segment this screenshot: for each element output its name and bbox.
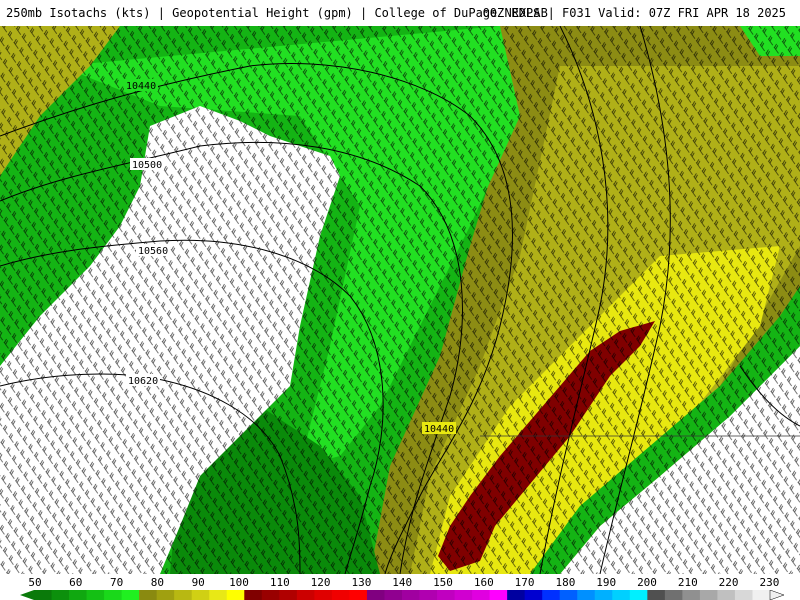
colorbar-swatch [191,590,210,600]
colorbar-tick-label: 170 [514,576,535,589]
colorbar-swatch [419,590,438,600]
contour-label: 10620 [128,376,158,387]
colorbar-swatch [279,590,298,600]
colorbar-tick-label: 150 [433,576,453,589]
colorbar-tick-label: 100 [229,576,249,589]
colorbar-swatch [577,590,596,600]
colorbar-swatch [349,590,368,600]
isotach-map: 10440 10500 10560 10620 10440 [0,26,800,574]
colorbar-swatch [437,590,456,600]
colorbar-swatch [69,590,88,600]
colorbar-tick-label: 140 [392,576,413,589]
colorbar-swatch [682,590,701,600]
colorbar-tick-label: 190 [596,576,617,589]
colorbar-swatch [752,590,771,600]
colorbar-swatch [717,590,736,600]
map-header: 250mb Isotachs (kts) | Geopotential Heig… [0,0,800,26]
colorbar-tick-label: 80 [150,576,165,589]
wind-barbs-overlay [0,26,800,574]
colorbar-tick-label: 160 [473,576,494,589]
colorbar-swatch [489,590,508,600]
map-title: 250mb Isotachs (kts) | Geopotential Heig… [6,6,548,20]
contour-label: 10500 [132,160,162,171]
colorbar-swatch [244,590,263,600]
colorbar-swatch [472,590,491,600]
colorbar-swatch [734,590,753,600]
colorbar-tick-label: 70 [109,576,124,589]
colorbar-swatch [296,590,315,600]
colorbar-max-arrow [769,590,785,600]
model-run-info: 00Z RDPS | F031 Valid: 07Z FRI APR 18 20… [482,6,786,20]
colorbar-tick-label: 220 [718,576,739,589]
colorbar-swatch [209,590,228,600]
colorbar-swatch [507,590,526,600]
colorbar-swatch [454,590,473,600]
colorbar-swatch [524,590,543,600]
colorbar-swatch [542,590,561,600]
contour-label: 10560 [138,246,168,257]
colorbar-swatch [331,590,350,600]
colorbar-swatch [559,590,578,600]
colorbar-tick-label: 230 [759,576,780,589]
colorbar-swatch [402,590,421,600]
colorbar-swatch [34,590,53,600]
colorbar-swatch [104,590,123,600]
colorbar-swatch [121,590,140,600]
colorbar-swatch [314,590,333,600]
colorbar-tick-label: 130 [351,576,372,589]
colorbar-swatch [664,590,683,600]
colorbar-swatch [86,590,105,600]
colorbar-tick-label: 90 [191,576,205,589]
colorbar-tick-label: 180 [555,576,576,589]
colorbar-swatch [629,590,648,600]
colorbar-swatch [226,590,245,600]
colorbar-swatch [174,590,193,600]
colorbar-min-arrow [20,590,34,600]
colorbar-swatch [366,590,385,600]
colorbar-tick-label: 200 [637,576,657,589]
colorbar-swatch [261,590,280,600]
colorbar-swatch [384,590,403,600]
colorbar-swatch [51,590,70,600]
colorbar [20,590,785,600]
colorbar-swatch [699,590,718,600]
colorbar-tick-label: 110 [269,576,290,589]
colorbar-tick-label: 120 [310,576,331,589]
colorbar-swatch [594,590,613,600]
colorbar-labels: 50 60 70 80 90 100 110 120 130 140 150 160 170 180 190… [0,574,800,590]
colorbar-tick-label: 60 [69,576,83,589]
colorbar-swatch [612,590,631,600]
colorbar-swatch [139,590,158,600]
colorbar-tick-label: 50 [28,576,42,589]
colorbar-tick-label: 210 [677,576,698,589]
colorbar-swatch [647,590,666,600]
contour-label: 10440 [424,424,454,435]
colorbar-swatch [156,590,175,600]
contour-label: 10440 [126,81,156,92]
